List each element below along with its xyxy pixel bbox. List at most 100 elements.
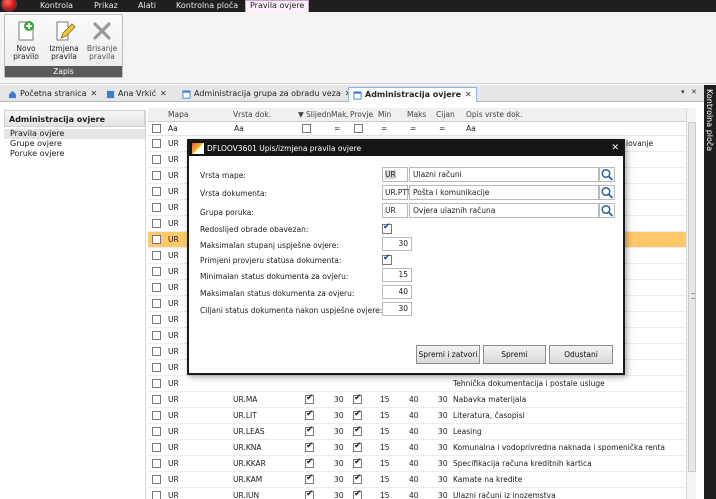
vrsta-mape-lookup-button[interactable]	[599, 167, 615, 182]
ciljani-status-field[interactable]: 30	[382, 302, 412, 316]
cell-provje-checkbox[interactable]	[353, 489, 362, 499]
primjeni-provjeru-checkbox[interactable]	[382, 253, 392, 265]
row-select-checkbox[interactable]	[152, 443, 161, 452]
table-row[interactable]: UR Tehnička dokumentacija i postale uslug…	[148, 376, 696, 392]
save-and-close-button[interactable]: Spremi i zatvori	[416, 345, 480, 364]
nav-grupe-ovjere[interactable]: Grupe ovjere	[4, 139, 145, 149]
filter-checkbox[interactable]	[152, 124, 161, 133]
row-select-checkbox[interactable]	[152, 427, 161, 436]
cell-provje-checkbox[interactable]	[353, 409, 362, 420]
filter-vrsta[interactable]: Aa	[234, 122, 244, 136]
tab-administracija-grupa[interactable]: Administracija grupa za obradu veza✕	[178, 87, 355, 102]
row-select-checkbox[interactable]	[152, 267, 161, 276]
table-row[interactable]: UR UR.LIT 30 15 40 30 Literatura, časopisi	[148, 408, 696, 424]
grupa-poruka-code-field[interactable]: UR	[382, 203, 408, 218]
vrsta-dokumenta-code-field[interactable]: UR.PTT	[382, 185, 411, 200]
sort-icon[interactable]: ▼	[298, 108, 304, 122]
nav-pravila-ovjere[interactable]: Pravila ovjere	[4, 129, 145, 139]
column-header-maks[interactable]: Maks	[407, 108, 426, 122]
menu-pravila-ovjere[interactable]: Pravila ovjere	[245, 0, 310, 12]
column-header-vrsta-dok[interactable]: Vrsta dok.	[233, 108, 271, 122]
close-all-icon[interactable]: ✕	[691, 88, 697, 96]
cell-provje-checkbox[interactable]	[353, 457, 362, 468]
row-select-checkbox[interactable]	[152, 283, 161, 292]
max-stupanj-field[interactable]: 30	[382, 237, 412, 251]
dashboard-side-strip[interactable]: Kontrolna ploča	[704, 85, 716, 499]
row-select-checkbox[interactable]	[152, 251, 161, 260]
cell-provje-checkbox[interactable]	[353, 425, 362, 436]
filter-opis[interactable]: Aa	[466, 122, 476, 136]
column-header-slijedn[interactable]: Slijedn	[306, 108, 331, 122]
vrsta-mape-code-field[interactable]: UR	[382, 167, 408, 182]
row-select-checkbox[interactable]	[152, 347, 161, 356]
column-header-mak[interactable]: Mak.	[331, 108, 349, 122]
column-header-mapa[interactable]: Mapa	[168, 108, 188, 122]
row-select-checkbox[interactable]	[152, 203, 161, 212]
row-select-checkbox[interactable]	[152, 363, 161, 372]
menu-alati[interactable]: Alati	[134, 0, 160, 12]
menu-kontrola[interactable]: Kontrola	[36, 0, 77, 12]
cell-provje-checkbox[interactable]	[353, 393, 362, 404]
grupa-poruka-desc-field[interactable]: Ovjera ulaznih računa	[409, 203, 599, 218]
close-icon[interactable]: ✕	[160, 89, 167, 98]
scrollbar-thumb[interactable]	[688, 122, 696, 472]
row-select-checkbox[interactable]	[152, 475, 161, 484]
menu-prikaz[interactable]: Prikaz	[90, 0, 122, 12]
filter-mak[interactable]: =	[334, 122, 340, 136]
filter-min[interactable]: =	[381, 122, 387, 136]
cancel-button[interactable]: Odustani	[549, 345, 613, 364]
vrsta-mape-desc-field[interactable]: Ulazni računi	[409, 167, 599, 182]
app-logo-icon[interactable]	[1, 0, 17, 12]
column-header-provje[interactable]: Provje	[350, 108, 373, 122]
row-select-checkbox[interactable]	[152, 315, 161, 324]
row-select-checkbox[interactable]	[152, 187, 161, 196]
row-select-checkbox[interactable]	[152, 379, 161, 388]
close-icon[interactable]: ✕	[611, 141, 619, 156]
cell-slijedn-checkbox[interactable]	[305, 441, 314, 452]
row-select-checkbox[interactable]	[152, 299, 161, 308]
cell-slijedn-checkbox[interactable]	[305, 393, 314, 404]
row-select-checkbox[interactable]	[152, 331, 161, 340]
cell-slijedn-checkbox[interactable]	[305, 473, 314, 484]
tab-administracija-ovjere[interactable]: Administracija ovjere ✕	[348, 87, 477, 102]
menu-kontrolna-ploca[interactable]: Kontrolna ploča	[172, 0, 242, 12]
table-row[interactable]: UR UR.KKAR 30 15 40 30 Specifikacija računa kr…	[148, 456, 696, 472]
column-header-min[interactable]: Min	[378, 108, 391, 122]
close-icon[interactable]: ✕	[465, 90, 472, 99]
cell-slijedn-checkbox[interactable]	[305, 425, 314, 436]
table-row[interactable]: UR UR.IUN 30 15 40 30 Ulazni računi iz inozems…	[148, 488, 696, 499]
column-header-opis[interactable]: Opis vrste dok.	[466, 108, 522, 122]
cell-slijedn-checkbox[interactable]	[305, 489, 314, 499]
cell-slijedn-checkbox[interactable]	[305, 409, 314, 420]
cell-provje-checkbox[interactable]	[353, 473, 362, 484]
column-header-cijan[interactable]: Cijan	[436, 108, 455, 122]
filter-maks[interactable]: =	[410, 122, 416, 136]
table-row[interactable]: UR UR.KAM 30 15 40 30 Kamate na kredite	[148, 472, 696, 488]
row-select-checkbox[interactable]	[152, 459, 161, 468]
row-select-checkbox[interactable]	[152, 139, 161, 148]
save-button[interactable]: Spremi	[483, 345, 546, 364]
new-rule-button[interactable]: Novo pravilo	[8, 19, 44, 63]
tab-pocetna-stranica[interactable]: Početna stranica ✕	[4, 87, 101, 102]
filter-provje[interactable]	[354, 124, 363, 133]
row-select-checkbox[interactable]	[152, 171, 161, 180]
table-row[interactable]: UR UR.KNA 30 15 40 30 Komunalna i vodoprivredn…	[148, 440, 696, 456]
table-row[interactable]: UR UR.MA 30 15 40 30 Nabavka materijala	[148, 392, 696, 408]
grupa-poruka-lookup-button[interactable]	[599, 203, 615, 218]
row-select-checkbox[interactable]	[152, 235, 161, 244]
row-select-checkbox[interactable]	[152, 395, 161, 404]
grid-scrollbar[interactable]	[686, 108, 696, 499]
row-select-checkbox[interactable]	[152, 411, 161, 420]
row-select-checkbox[interactable]	[152, 155, 161, 164]
table-row[interactable]: UR UR.LEAS 30 15 40 30 Leasing	[148, 424, 696, 440]
filter-slijedn[interactable]	[302, 124, 311, 133]
filter-mapa[interactable]: Aa	[168, 122, 178, 136]
row-select-checkbox[interactable]	[152, 219, 161, 228]
vrsta-dokumenta-lookup-button[interactable]	[599, 185, 615, 200]
tab-ana-vrkic[interactable]: Ana Vrkić ✕	[102, 87, 171, 102]
cell-slijedn-checkbox[interactable]	[305, 457, 314, 468]
close-icon[interactable]: ✕	[91, 89, 98, 98]
nav-poruke-ovjere[interactable]: Poruke ovjere	[4, 149, 145, 159]
cell-provje-checkbox[interactable]	[353, 441, 362, 452]
delete-rule-button[interactable]: Brisanje pravila	[84, 19, 120, 63]
